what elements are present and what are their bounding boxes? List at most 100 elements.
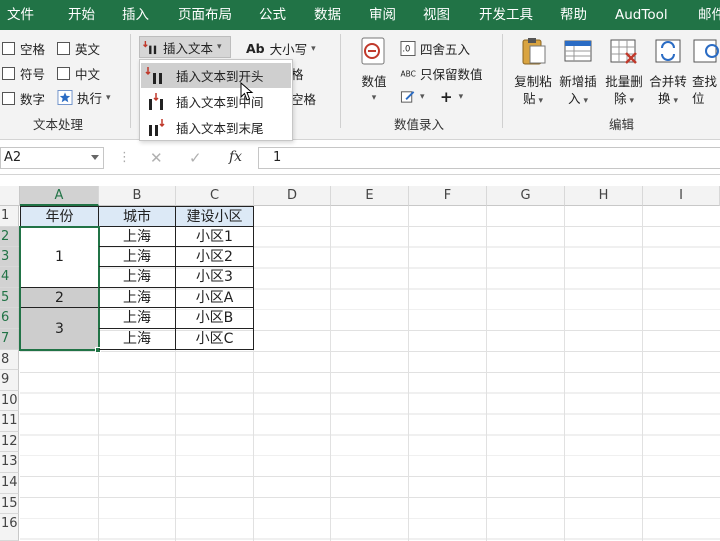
merge-convert-button[interactable]: 合并转 换 ▾ <box>647 36 689 110</box>
table-cell[interactable]: 上海 <box>99 267 176 288</box>
table-cell[interactable]: 小区2 <box>176 247 254 267</box>
keep-number-label: 只保留数值 <box>420 67 483 82</box>
table-cell[interactable]: 小区B <box>176 308 254 329</box>
column-header-f[interactable]: F <box>409 186 487 206</box>
ribbon: 空格 英文 符号 中文 数字 执行 ▾ 文本处理 插入文本 ▾ Ab 大小写 ▾… <box>0 30 720 140</box>
menu-audtool[interactable]: AudTool <box>615 0 668 30</box>
formula-input[interactable]: 1 <box>258 147 720 169</box>
table-header-cell[interactable]: 建设小区 <box>176 206 254 227</box>
checkbox-label: 空格 <box>20 42 46 57</box>
chevron-down-icon: ▾ <box>371 93 377 103</box>
ribbon-partial-label[interactable]: 空格 <box>291 89 316 108</box>
row-header-16[interactable]: 16 <box>0 514 19 541</box>
drag-handle-icon[interactable]: ⋮ <box>118 150 131 165</box>
checkbox-label: 符号 <box>20 67 46 82</box>
table-cell[interactable]: 小区3 <box>176 267 254 288</box>
checkbox-english[interactable]: 英文 <box>57 39 100 58</box>
menu-mail[interactable]: 邮件 <box>698 0 720 30</box>
column-header-c[interactable]: C <box>176 186 254 206</box>
column-header-i[interactable]: I <box>643 186 720 206</box>
table-cell[interactable]: 上海 <box>99 329 176 350</box>
group-label-value: 数值录入 <box>394 117 445 132</box>
menu-developer[interactable]: 开发工具 <box>479 0 533 30</box>
checkbox-symbol[interactable]: 符号 <box>2 64 45 83</box>
checkbox-label: 英文 <box>75 42 101 57</box>
execute-button[interactable]: 执行 ▾ <box>57 88 111 107</box>
menu-page-layout[interactable]: 页面布局 <box>178 0 232 30</box>
column-header-d[interactable]: D <box>254 186 331 206</box>
button-label-line2: 换 <box>657 91 671 106</box>
row-header-14[interactable]: 14 <box>0 473 19 494</box>
selection-outline <box>19 226 100 351</box>
chevron-down-icon: ▾ <box>458 92 464 102</box>
checkbox-chinese[interactable]: 中文 <box>57 64 100 83</box>
value-label: 数值 <box>361 74 387 89</box>
row-header-7[interactable]: 7 <box>0 329 19 350</box>
insert-start-icon <box>145 66 162 84</box>
menu-help[interactable]: 帮助 <box>560 0 587 30</box>
menu-review[interactable]: 审阅 <box>369 0 396 30</box>
column-header-e[interactable]: E <box>331 186 409 206</box>
table-cell[interactable]: 小区A <box>176 288 254 308</box>
checkbox-number[interactable]: 数字 <box>2 89 45 108</box>
column-header-h[interactable]: H <box>565 186 643 206</box>
cancel-icon[interactable]: ✕ <box>150 149 163 167</box>
checkbox-box <box>57 67 70 80</box>
row-header-9[interactable]: 9 <box>0 370 19 391</box>
add-button[interactable]: + ▾ <box>440 88 463 106</box>
round-button[interactable]: .0 四舍五入 <box>400 39 470 58</box>
row-header-13[interactable]: 13 <box>0 452 19 473</box>
dropdown-item-insert-middle[interactable]: 插入文本到中间 <box>141 89 291 114</box>
dropdown-item-insert-start[interactable]: 插入文本到开头 <box>141 63 291 88</box>
row-header-5[interactable]: 5 <box>0 288 19 308</box>
batch-delete-button[interactable]: 批量删 除 ▾ <box>603 36 645 110</box>
row-header-6[interactable]: 6 <box>0 308 19 329</box>
add-insert-button[interactable]: 新增插 入 ▾ <box>557 36 599 110</box>
table-cell[interactable]: 上海 <box>99 288 176 308</box>
table-cell[interactable]: 上海 <box>99 247 176 267</box>
insert-function-button[interactable]: fx <box>229 149 242 165</box>
menu-data[interactable]: 数据 <box>314 0 341 30</box>
chevron-down-icon: ▾ <box>217 42 222 52</box>
find-locate-button[interactable]: 查找 位 <box>692 36 720 107</box>
table-cell[interactable]: 上海 <box>99 227 176 247</box>
row-header-10[interactable]: 10 <box>0 391 19 411</box>
row-header-15[interactable]: 15 <box>0 494 19 514</box>
row-header-2[interactable]: 2 <box>0 227 19 247</box>
row-header-1[interactable]: 1 <box>0 206 19 227</box>
confirm-icon[interactable]: ✓ <box>189 149 202 167</box>
select-all-corner[interactable] <box>0 186 20 206</box>
menu-file[interactable]: 文件 <box>7 0 34 30</box>
insert-text-icon <box>143 40 157 54</box>
value-icon <box>361 37 385 65</box>
button-label-line1: 批量删 <box>605 74 643 89</box>
row-header-8[interactable]: 8 <box>0 350 19 370</box>
case-button[interactable]: Ab 大小写 ▾ <box>246 39 316 58</box>
table-cell[interactable]: 小区1 <box>176 227 254 247</box>
menu-formulas[interactable]: 公式 <box>259 0 286 30</box>
edit-icon <box>400 91 415 103</box>
copy-paste-button[interactable]: 复制粘 贴 ▾ <box>512 36 554 110</box>
table-header-cell[interactable]: 城市 <box>99 206 176 227</box>
table-cell[interactable]: 小区C <box>176 329 254 350</box>
edit-value-button[interactable]: ▾ <box>400 89 425 104</box>
dropdown-item-insert-end[interactable]: 插入文本到末尾 <box>141 115 291 140</box>
table-cell[interactable]: 上海 <box>99 308 176 329</box>
menu-insert[interactable]: 插入 <box>122 0 149 30</box>
column-header-g[interactable]: G <box>487 186 565 206</box>
column-header-b[interactable]: B <box>99 186 176 206</box>
name-box[interactable]: A2 <box>0 147 104 169</box>
row-header-12[interactable]: 12 <box>0 432 19 452</box>
menu-home[interactable]: 开始 <box>68 0 95 30</box>
value-button[interactable]: 数值 ▾ <box>356 36 392 107</box>
column-header-a[interactable]: A <box>20 186 99 206</box>
row-header-11[interactable]: 11 <box>0 411 19 432</box>
menu-view[interactable]: 视图 <box>423 0 450 30</box>
checkbox-space[interactable]: 空格 <box>2 39 45 58</box>
keep-number-button[interactable]: ABC 只保留数值 <box>400 64 483 83</box>
insert-rows-icon <box>564 40 592 62</box>
insert-text-button[interactable]: 插入文本 ▾ <box>139 36 231 58</box>
row-header-4[interactable]: 4 <box>0 267 19 288</box>
table-header-cell[interactable]: 年份 <box>20 206 99 227</box>
row-header-3[interactable]: 3 <box>0 247 19 267</box>
